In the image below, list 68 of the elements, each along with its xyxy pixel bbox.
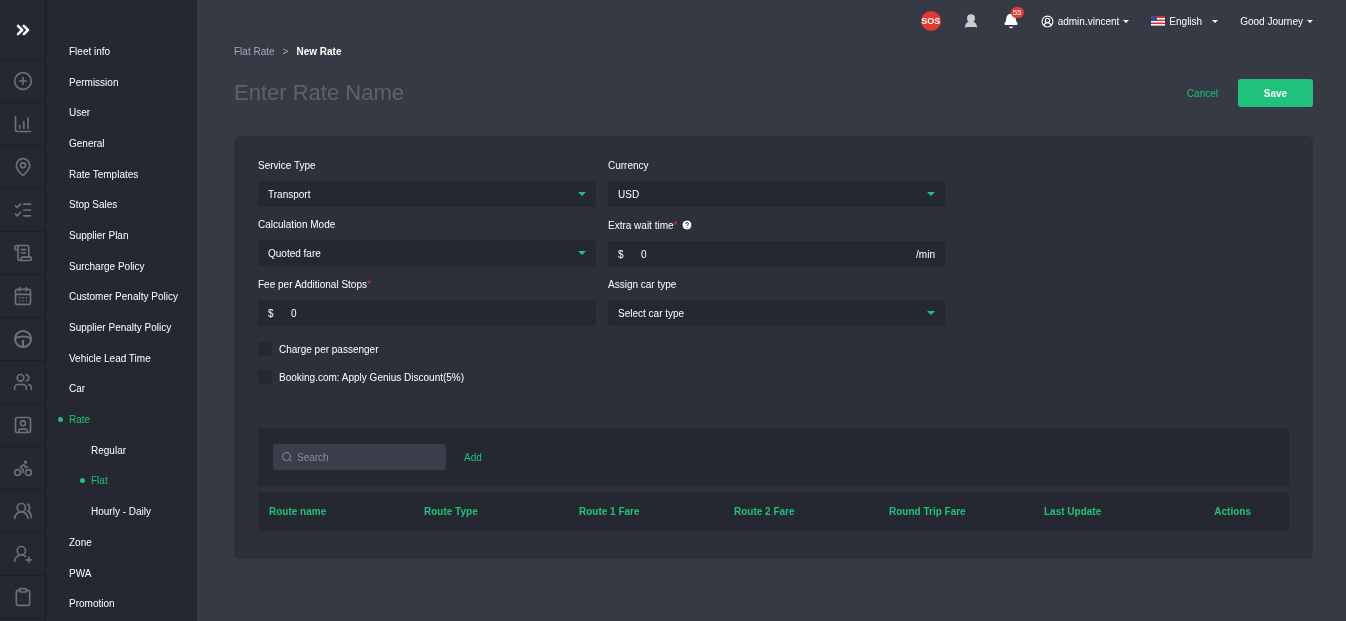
breadcrumb-item[interactable]: Flat Rate: [234, 46, 275, 57]
menu-item[interactable]: Fleet info: [46, 36, 197, 67]
menu-item[interactable]: Supplier Plan: [46, 220, 197, 251]
user-badge-icon[interactable]: [12, 544, 33, 564]
people-icon[interactable]: [12, 372, 33, 392]
menu-item[interactable]: Surcharge Policy: [46, 250, 197, 282]
select-field[interactable]: Quoted fare: [258, 240, 596, 266]
input-field[interactable]: $ 0: [258, 300, 596, 326]
receipt-icon[interactable]: [12, 243, 33, 263]
group-icon[interactable]: [12, 501, 33, 521]
column-header: Actions: [1213, 506, 1252, 517]
steering-wheel-icon[interactable]: [12, 329, 33, 349]
flag-icon: [1151, 16, 1166, 26]
menu-item[interactable]: Regular: [46, 434, 197, 466]
field-label: Fee per Additional Stops*: [258, 279, 371, 290]
column-header: Route 1 Fare: [579, 506, 641, 517]
menu-item[interactable]: Vehicle Lead Time: [46, 342, 197, 374]
cancel-link[interactable]: Cancel: [1186, 87, 1218, 99]
bell-icon[interactable]: [1002, 13, 1019, 29]
breadcrumb-separator: >: [282, 46, 289, 57]
checklist-icon[interactable]: [12, 200, 33, 220]
menu-item[interactable]: Stop Sales: [46, 189, 197, 221]
user-menu[interactable]: admin.vincent: [1057, 15, 1120, 27]
menu-item[interactable]: Rate Templates: [46, 158, 197, 190]
checkbox-label: Booking.com: Apply Genius Discount(5%): [279, 371, 465, 383]
driver-icon[interactable]: [962, 13, 979, 29]
language-menu[interactable]: English: [1169, 15, 1203, 27]
help-icon[interactable]: [681, 219, 694, 231]
column-header: Route name: [269, 506, 328, 517]
column-header: Last Update: [1044, 506, 1103, 517]
field-label: Calculation Mode: [258, 219, 336, 230]
select-field[interactable]: USD: [608, 181, 945, 207]
notification-badge: 55: [1010, 7, 1024, 18]
bar-chart-icon[interactable]: [12, 114, 33, 134]
menu-item[interactable]: Supplier Penalty Policy: [46, 312, 197, 343]
select-field[interactable]: Transport: [258, 181, 596, 207]
menu-item[interactable]: Hourly - Daily: [46, 496, 197, 527]
column-header: Route 2 Fare: [734, 506, 796, 517]
calendar-icon[interactable]: [12, 286, 33, 306]
motorbike-icon[interactable]: [12, 458, 33, 478]
column-header: Route Type: [424, 506, 479, 517]
menu-item[interactable]: Car: [46, 373, 197, 405]
menu-item[interactable]: Customer Penalty Policy: [46, 281, 197, 313]
breadcrumb-item: New Rate: [296, 46, 342, 57]
column-header: Round Trip Fare: [889, 506, 967, 517]
user-icon: [1040, 14, 1054, 28]
select-field[interactable]: Select car type: [608, 300, 945, 326]
menu-item[interactable]: User: [46, 97, 197, 129]
search-icon: [281, 451, 293, 463]
menu-item[interactable]: Promotion: [46, 588, 197, 620]
input-field[interactable]: $ 0 /min: [608, 241, 945, 267]
menu-item[interactable]: Zone: [46, 527, 197, 558]
search-field[interactable]: Search: [273, 444, 446, 470]
sos-button[interactable]: SOS: [920, 11, 941, 31]
menu-item[interactable]: PWA: [46, 557, 197, 589]
add-link[interactable]: Add: [464, 451, 482, 463]
checkbox-label: Charge per passenger: [279, 343, 379, 355]
field-label: Extra wait time*: [608, 219, 678, 231]
menu-item[interactable]: General: [46, 128, 197, 159]
menu-item[interactable]: Flat: [46, 465, 197, 497]
plus-circle-icon[interactable]: [12, 71, 33, 91]
contact-card-icon[interactable]: [12, 415, 33, 435]
field-label: Currency: [608, 160, 649, 171]
field-label: Assign car type: [608, 279, 677, 290]
menu-item[interactable]: Permission: [46, 66, 197, 98]
menu-item[interactable]: Rate: [46, 404, 197, 435]
company-menu[interactable]: Good Journey: [1240, 15, 1303, 27]
field-label: Service Type: [258, 160, 316, 171]
